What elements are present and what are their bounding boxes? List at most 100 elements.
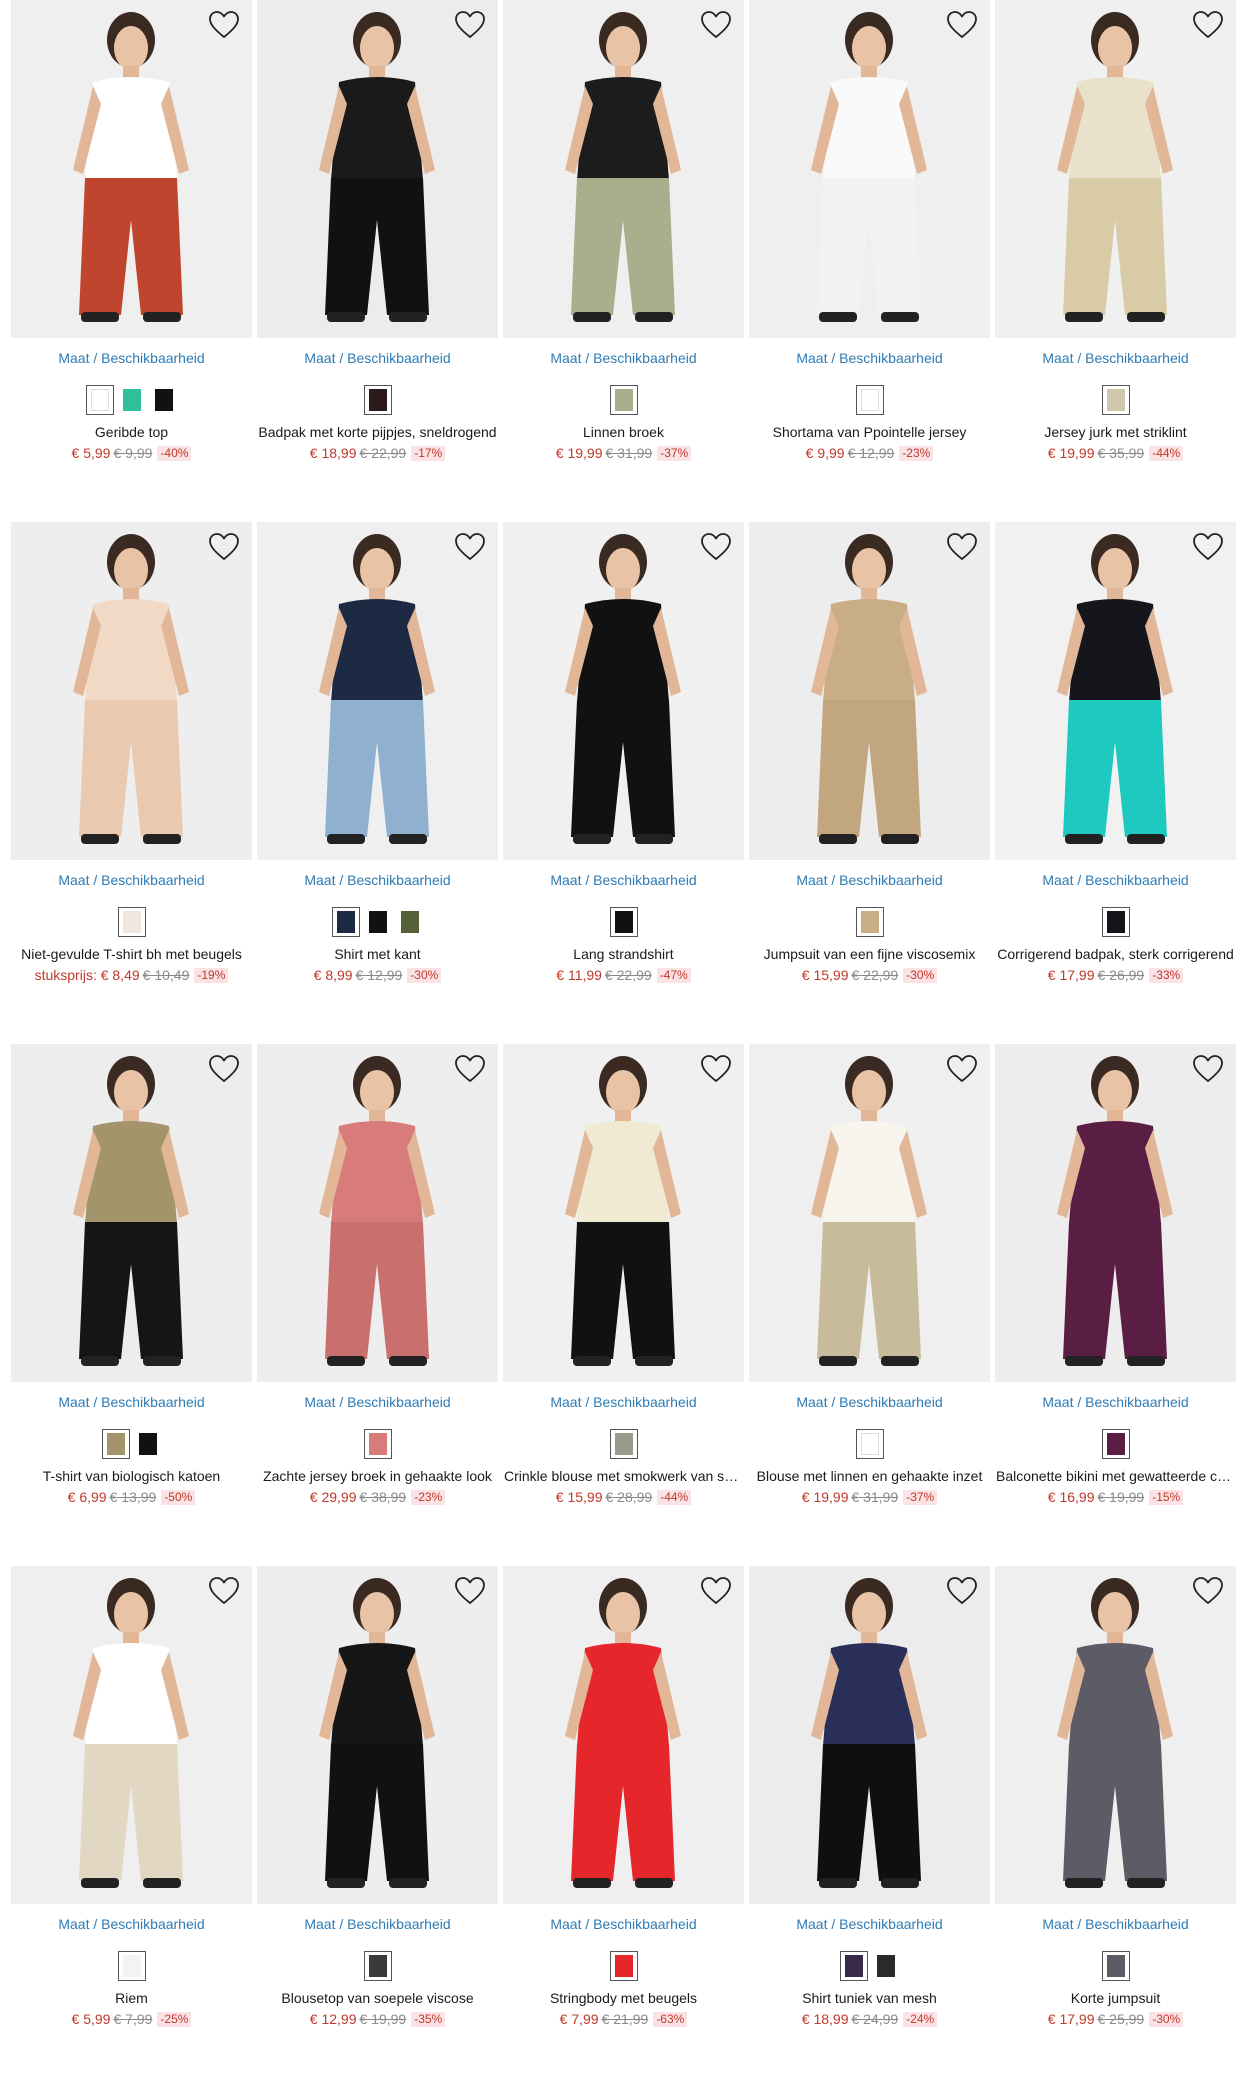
product-image[interactable] (503, 522, 744, 860)
color-swatch[interactable] (117, 907, 146, 937)
color-swatch[interactable] (117, 1951, 146, 1981)
product-title[interactable]: Corrigerend badpak, sterk corrigerend (995, 946, 1236, 964)
wishlist-heart-icon[interactable] (208, 532, 240, 562)
wishlist-heart-icon[interactable] (454, 10, 486, 40)
product-title[interactable]: Korte jumpsuit (995, 1990, 1236, 2008)
size-availability-link[interactable]: Maat / Beschikbaarheid (11, 1394, 252, 1412)
product-card-2[interactable]: Maat / Beschikbaarheid Badpak met korte … (257, 0, 498, 522)
color-swatch[interactable] (363, 385, 392, 415)
product-image[interactable] (257, 1044, 498, 1382)
product-image[interactable] (995, 1566, 1236, 1904)
product-title[interactable]: Balconette bikini met gewatteerde cups (995, 1468, 1236, 1486)
wishlist-heart-icon[interactable] (700, 1054, 732, 1084)
product-image[interactable] (11, 0, 252, 338)
product-title[interactable]: Lang strandshirt (503, 946, 744, 964)
color-swatch[interactable] (118, 385, 146, 415)
product-image[interactable] (749, 1044, 990, 1382)
wishlist-heart-icon[interactable] (454, 1576, 486, 1606)
size-availability-link[interactable]: Maat / Beschikbaarheid (503, 872, 744, 890)
product-title[interactable]: Blouse met linnen en gehaakte inzet (749, 1468, 990, 1486)
wishlist-heart-icon[interactable] (700, 1576, 732, 1606)
wishlist-heart-icon[interactable] (1192, 532, 1224, 562)
color-swatch[interactable] (150, 385, 178, 415)
product-title[interactable]: Blousetop van soepele viscose (257, 1990, 498, 2008)
product-title[interactable]: Linnen broek (503, 424, 744, 442)
color-swatch[interactable] (364, 907, 392, 937)
wishlist-heart-icon[interactable] (946, 1054, 978, 1084)
product-card-6[interactable]: Maat / Beschikbaarheid Niet-gevulde T-sh… (11, 522, 252, 1044)
product-title[interactable]: Crinkle blouse met smokwerk van satijn (503, 1468, 744, 1486)
size-availability-link[interactable]: Maat / Beschikbaarheid (503, 1916, 744, 1934)
product-title[interactable]: Jumpsuit van een fijne viscosemix (749, 946, 990, 964)
product-card-20[interactable]: Maat / Beschikbaarheid Korte jumpsuit € … (995, 1566, 1236, 2088)
product-card-7[interactable]: Maat / Beschikbaarheid Shirt met kant € … (257, 522, 498, 1044)
color-swatch[interactable] (1101, 1429, 1130, 1459)
product-image[interactable] (257, 1566, 498, 1904)
color-swatch[interactable] (396, 907, 424, 937)
size-availability-link[interactable]: Maat / Beschikbaarheid (749, 1916, 990, 1934)
product-card-14[interactable]: Maat / Beschikbaarheid Blouse met linnen… (749, 1044, 990, 1566)
product-image[interactable] (995, 1044, 1236, 1382)
color-swatch[interactable] (855, 1429, 884, 1459)
product-title[interactable]: Shortama van Ppointelle jersey (749, 424, 990, 442)
wishlist-heart-icon[interactable] (946, 1576, 978, 1606)
wishlist-heart-icon[interactable] (946, 10, 978, 40)
product-title[interactable]: Shirt met kant (257, 946, 498, 964)
size-availability-link[interactable]: Maat / Beschikbaarheid (257, 872, 498, 890)
product-image[interactable] (749, 522, 990, 860)
product-image[interactable] (11, 1044, 252, 1382)
product-image[interactable] (749, 0, 990, 338)
wishlist-heart-icon[interactable] (700, 10, 732, 40)
product-image[interactable] (995, 522, 1236, 860)
size-availability-link[interactable]: Maat / Beschikbaarheid (749, 350, 990, 368)
product-card-17[interactable]: Maat / Beschikbaarheid Blousetop van soe… (257, 1566, 498, 2088)
size-availability-link[interactable]: Maat / Beschikbaarheid (995, 872, 1236, 890)
product-title[interactable]: T-shirt van biologisch katoen (11, 1468, 252, 1486)
wishlist-heart-icon[interactable] (208, 10, 240, 40)
wishlist-heart-icon[interactable] (700, 532, 732, 562)
color-swatch[interactable] (609, 907, 638, 937)
color-swatch[interactable] (331, 907, 360, 937)
product-card-10[interactable]: Maat / Beschikbaarheid Corrigerend badpa… (995, 522, 1236, 1044)
color-swatch[interactable] (872, 1951, 900, 1981)
product-image[interactable] (749, 1566, 990, 1904)
color-swatch[interactable] (855, 385, 884, 415)
product-title[interactable]: Niet-gevulde T-shirt bh met beugels (11, 946, 252, 964)
color-swatch[interactable] (839, 1951, 868, 1981)
product-card-9[interactable]: Maat / Beschikbaarheid Jumpsuit van een … (749, 522, 990, 1044)
product-title[interactable]: Stringbody met beugels (503, 1990, 744, 2008)
size-availability-link[interactable]: Maat / Beschikbaarheid (749, 872, 990, 890)
wishlist-heart-icon[interactable] (208, 1054, 240, 1084)
product-image[interactable] (995, 0, 1236, 338)
product-card-11[interactable]: Maat / Beschikbaarheid T-shirt van biolo… (11, 1044, 252, 1566)
product-card-12[interactable]: Maat / Beschikbaarheid Zachte jersey bro… (257, 1044, 498, 1566)
product-card-8[interactable]: Maat / Beschikbaarheid Lang strandshirt … (503, 522, 744, 1044)
size-availability-link[interactable]: Maat / Beschikbaarheid (749, 1394, 990, 1412)
wishlist-heart-icon[interactable] (1192, 1576, 1224, 1606)
product-card-19[interactable]: Maat / Beschikbaarheid Shirt tuniek van … (749, 1566, 990, 2088)
size-availability-link[interactable]: Maat / Beschikbaarheid (257, 1394, 498, 1412)
product-card-3[interactable]: Maat / Beschikbaarheid Linnen broek € 19… (503, 0, 744, 522)
color-swatch[interactable] (85, 385, 114, 415)
product-image[interactable] (257, 0, 498, 338)
product-card-4[interactable]: Maat / Beschikbaarheid Shortama van Ppoi… (749, 0, 990, 522)
size-availability-link[interactable]: Maat / Beschikbaarheid (11, 1916, 252, 1934)
size-availability-link[interactable]: Maat / Beschikbaarheid (995, 1394, 1236, 1412)
color-swatch[interactable] (609, 1429, 638, 1459)
product-image[interactable] (11, 1566, 252, 1904)
wishlist-heart-icon[interactable] (454, 1054, 486, 1084)
size-availability-link[interactable]: Maat / Beschikbaarheid (995, 350, 1236, 368)
product-title[interactable]: Badpak met korte pijpjes, sneldrogend (257, 424, 498, 442)
wishlist-heart-icon[interactable] (1192, 10, 1224, 40)
color-swatch[interactable] (134, 1429, 162, 1459)
wishlist-heart-icon[interactable] (454, 532, 486, 562)
product-image[interactable] (503, 1044, 744, 1382)
size-availability-link[interactable]: Maat / Beschikbaarheid (257, 350, 498, 368)
product-title[interactable]: Shirt tuniek van mesh (749, 1990, 990, 2008)
product-image[interactable] (257, 522, 498, 860)
color-swatch[interactable] (609, 385, 638, 415)
product-title[interactable]: Jersey jurk met striklint (995, 424, 1236, 442)
product-title[interactable]: Geribde top (11, 424, 252, 442)
wishlist-heart-icon[interactable] (208, 1576, 240, 1606)
wishlist-heart-icon[interactable] (1192, 1054, 1224, 1084)
